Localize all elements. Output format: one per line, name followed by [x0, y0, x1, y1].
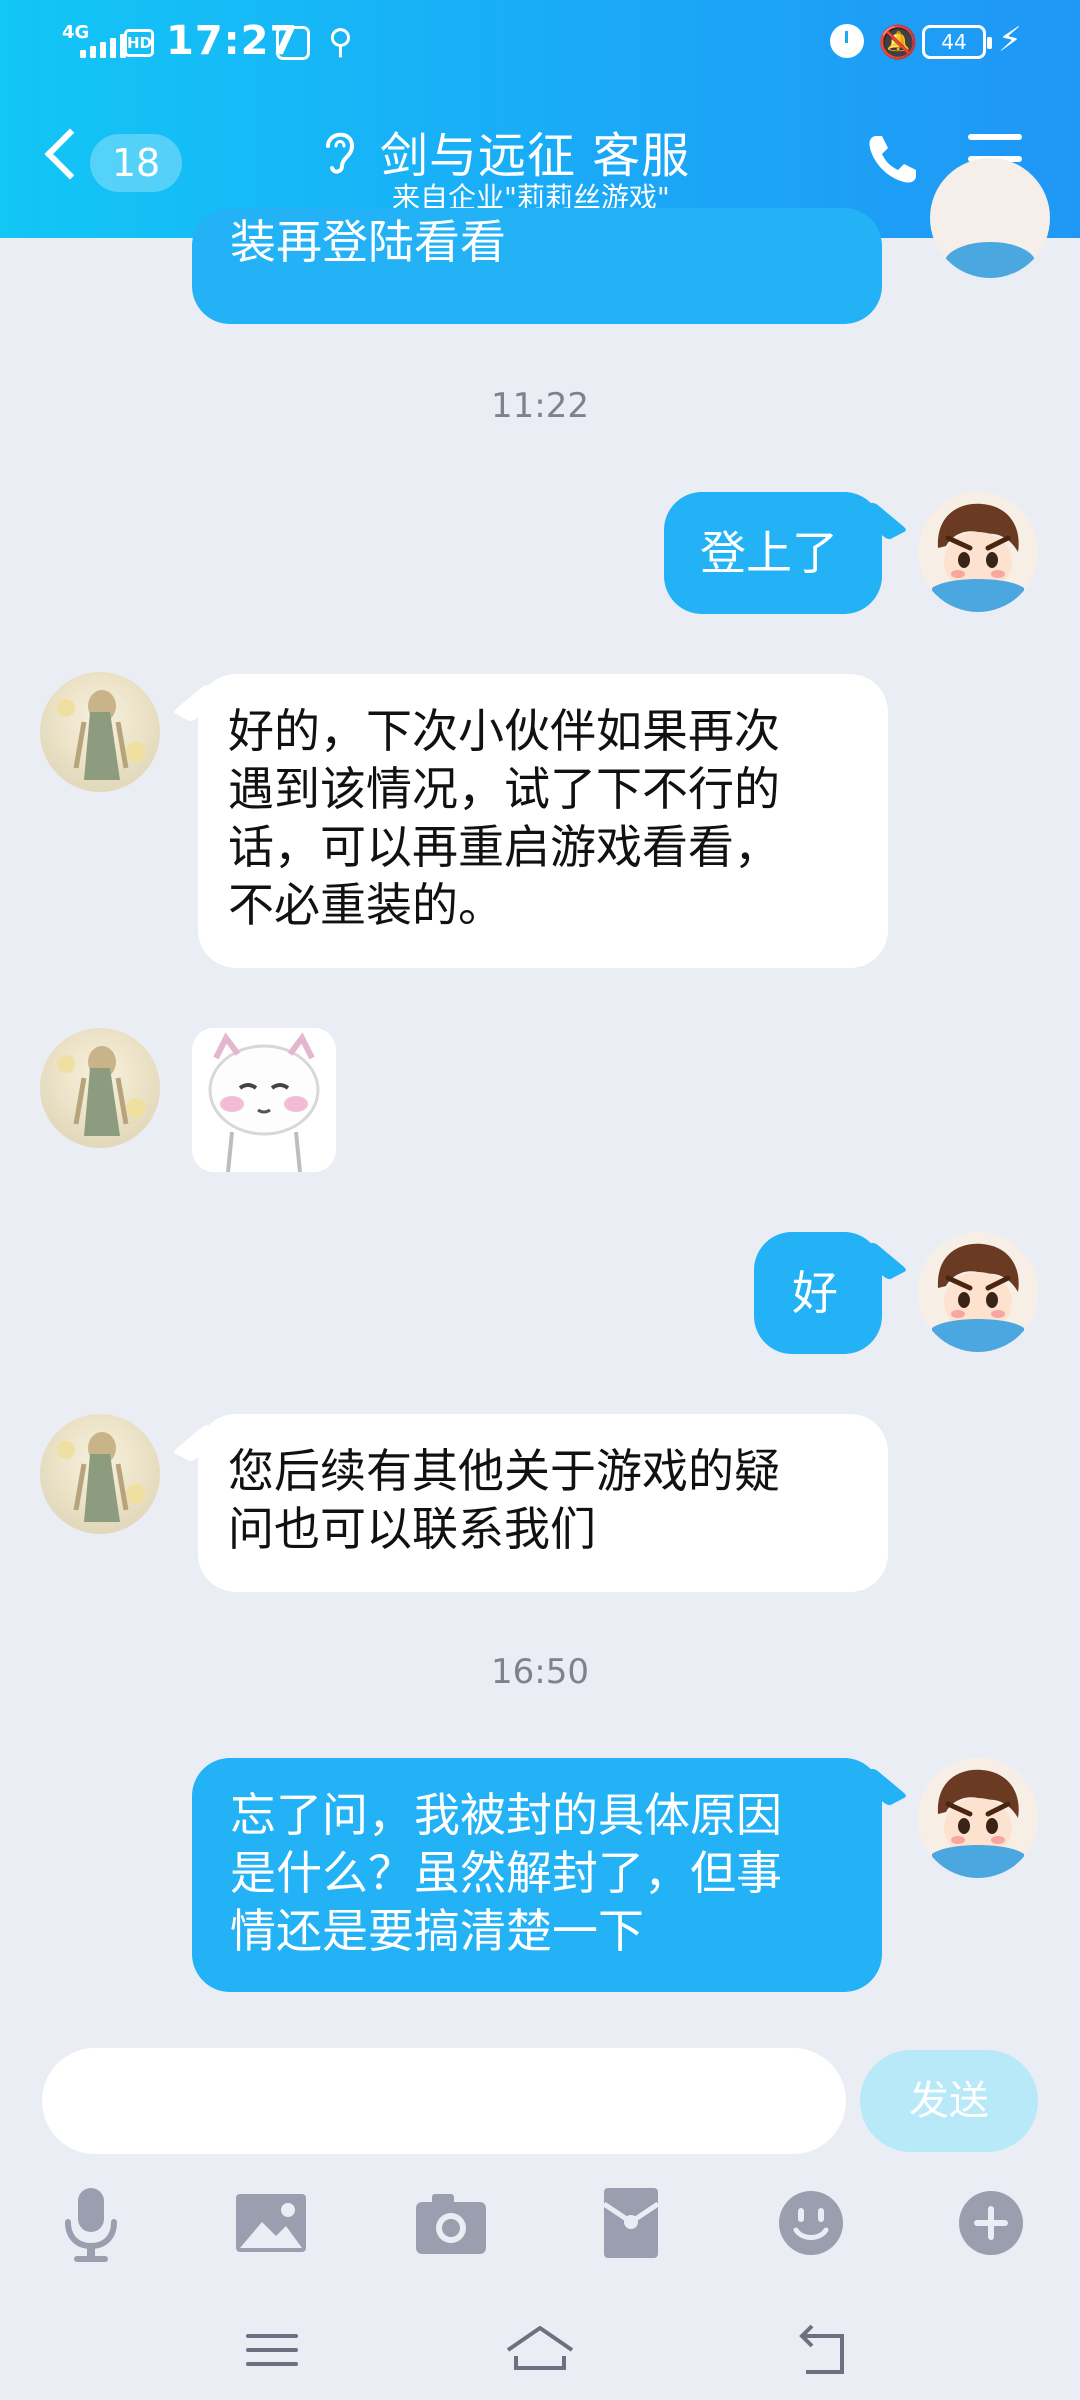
message-text-line: 话，可以再重启游戏看看， [228, 820, 780, 874]
message-text-line: 是什么？虽然解封了，但事 [230, 1846, 782, 1900]
message-text-line: 您后续有其他关于游戏的疑 [228, 1444, 780, 1498]
chevron-left-icon [44, 128, 96, 180]
red-packet-icon [602, 2188, 660, 2258]
chat-title-block[interactable]: 剑与远征 客服 来自企业"莉莉丝游戏" [310, 112, 770, 222]
menu-icon-line [968, 134, 1022, 140]
camera-button[interactable] [406, 2178, 496, 2268]
message-bubble-outgoing[interactable]: 登上了 [664, 492, 908, 614]
camera-icon [416, 2194, 486, 2254]
message-list[interactable]: 装再登陆看看 11:22 登上了 好的，下次小伙伴如果再次 遇到该情况，试了下不… [0, 158, 1080, 2038]
user-avatar[interactable] [930, 158, 1050, 278]
user-avatar[interactable] [918, 492, 1038, 612]
red-packet-button[interactable] [586, 2178, 676, 2268]
plus-icon [959, 2191, 1023, 2255]
sticker-message[interactable] [192, 1028, 336, 1172]
mute-notification-icon: 🔕 [878, 23, 918, 61]
usb-icon: ⚲ [328, 22, 353, 62]
user-avatar-image [944, 242, 1036, 278]
phone-icon [869, 136, 916, 183]
menu-icon [246, 2334, 298, 2366]
microphone-icon [65, 2188, 117, 2262]
user-avatar-image [918, 1232, 1038, 1352]
user-avatar[interactable] [918, 1758, 1038, 1878]
signal-icon [80, 34, 126, 58]
message-bubble-outgoing[interactable]: 装再登陆看看 [192, 208, 882, 324]
status-bar: 4G HD 17:27 ⚲ 🔕 44 ⚡ [0, 0, 1080, 86]
message-text-line: 忘了问，我被封的具体原因 [230, 1788, 782, 1842]
agent-avatar-image [57, 690, 146, 780]
back-icon [799, 2324, 844, 2374]
message-text-line: 好的，下次小伙伴如果再次 [228, 704, 780, 758]
alarm-icon [830, 24, 864, 58]
message-bubble-incoming[interactable]: 好的，下次小伙伴如果再次 遇到该情况，试了下不行的 话，可以再重启游戏看看， 不… [172, 674, 888, 968]
home-button[interactable] [500, 2310, 580, 2390]
message-input[interactable] [42, 2048, 846, 2154]
voice-button[interactable] [46, 2178, 136, 2268]
phone-call-button[interactable] [862, 130, 922, 190]
system-navigation-bar [0, 2290, 1080, 2400]
emoji-icon [779, 2191, 843, 2255]
message-text: 装再登陆看看 [230, 215, 506, 269]
message-text-line: 情还是要搞清楚一下 [230, 1904, 644, 1958]
agent-avatar[interactable] [40, 1414, 160, 1534]
hd-badge: HD [124, 29, 154, 57]
timestamp: 11:22 [491, 386, 589, 426]
timestamp: 16:50 [491, 1652, 589, 1692]
photo-album-button[interactable] [226, 2178, 316, 2268]
message-text-line: 问也可以联系我们 [228, 1502, 596, 1556]
more-options-button[interactable] [946, 2178, 1036, 2268]
message-text-line: 不必重装的。 [228, 878, 504, 932]
agent-avatar[interactable] [40, 1028, 160, 1148]
chat-header: 4G HD 17:27 ⚲ 🔕 44 ⚡ 18 剑与远征 客服 来自企业"莉莉丝… [0, 0, 1080, 238]
battery-icon: 44 [922, 25, 992, 59]
agent-avatar-image [57, 1046, 146, 1136]
message-bubble-outgoing[interactable]: 忘了问，我被封的具体原因 是什么？虽然解封了，但事 情还是要搞清楚一下 [192, 1758, 908, 1992]
bubble-tail [172, 1423, 226, 1463]
emoji-button[interactable] [766, 2178, 856, 2268]
message-bubble-outgoing[interactable]: 好 [754, 1232, 908, 1354]
bubble-tail [854, 501, 908, 541]
message-text: 好 [792, 1266, 838, 1320]
unread-count-badge: 18 [90, 134, 182, 192]
back-nav-button[interactable] [782, 2310, 862, 2390]
send-button[interactable]: 发送 [860, 2050, 1038, 2152]
image-icon [236, 2194, 306, 2252]
agent-avatar[interactable] [40, 672, 160, 792]
ear-icon [326, 132, 355, 174]
home-icon [506, 2326, 574, 2370]
charging-icon: ⚡ [998, 20, 1022, 60]
user-avatar-image [918, 492, 1038, 612]
message-text-line: 遇到该情况，试了下不行的 [228, 762, 780, 816]
user-avatar-image [918, 1758, 1038, 1878]
message-bubble-incoming[interactable]: 您后续有其他关于游戏的疑 问也可以联系我们 [172, 1414, 888, 1592]
bubble-tail [854, 1241, 908, 1281]
blushing-face-sticker [192, 1028, 336, 1172]
message-text: 登上了 [700, 526, 838, 580]
user-avatar[interactable] [918, 1232, 1038, 1352]
back-button[interactable]: 18 [44, 128, 194, 198]
bubble-tail [172, 683, 226, 723]
agent-avatar-image [57, 1432, 146, 1522]
recent-apps-button[interactable] [232, 2310, 312, 2390]
app-notification-icon [276, 26, 310, 60]
